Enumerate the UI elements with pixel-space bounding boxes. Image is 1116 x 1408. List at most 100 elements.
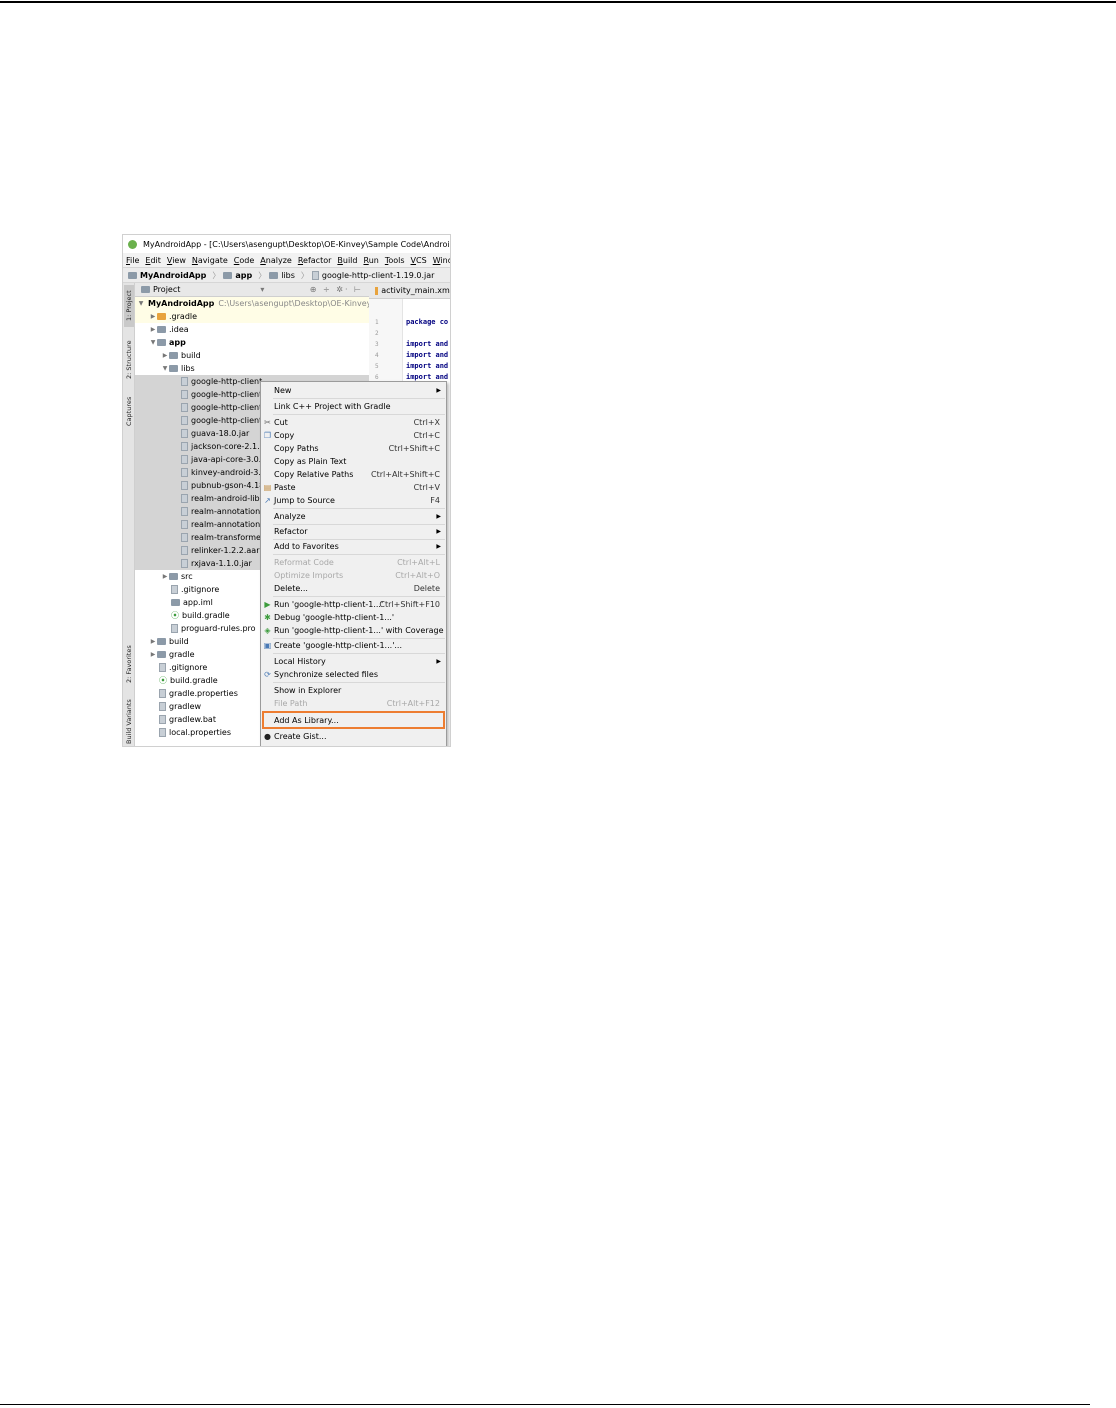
menu-item-paste[interactable]: ▤ Paste Ctrl+V [261,481,446,494]
menu-item-copy[interactable]: ❐ Copy Ctrl+C [261,429,446,442]
chevron-right-icon: 〉 [258,270,267,280]
menu-separator [273,398,445,399]
submenu-arrow-icon: ▶ [436,387,441,394]
menu-run[interactable]: Run [363,256,378,265]
menu-item-debug[interactable]: ✱ Debug 'google-http-client-1...' [261,611,446,624]
menu-separator [273,653,445,654]
tree-item[interactable]: ▶ build [135,349,369,362]
menu-code[interactable]: Code [234,256,255,265]
folder-icon [157,638,166,645]
panel-toolbar-icons[interactable]: ⊕ ÷ ✲· ⊢ [310,285,363,294]
tree-item[interactable]: ▶ .gradle [135,310,369,323]
menu-item-analyze[interactable]: Analyze ▶ [261,510,446,523]
expanded-arrow-icon: ▼ [162,365,168,372]
tree-item[interactable]: ▼ libs [135,362,369,375]
menu-item-local-history[interactable]: Local History ▶ [261,655,446,668]
aar-file-icon [181,494,188,503]
menu-item-refactor[interactable]: Refactor ▶ [261,525,446,538]
menu-item-link-cpp[interactable]: Link C++ Project with Gradle [261,400,446,413]
menu-vcs[interactable]: VCS [411,256,427,265]
menu-item-new[interactable]: New ▶ [261,384,446,397]
project-folder-icon [128,271,137,279]
menu-refactor[interactable]: Refactor [298,256,332,265]
page-top-rule [0,1,1116,3]
submenu-arrow-icon: ▶ [436,528,441,535]
text-file-icon [171,585,178,594]
breadcrumb-project[interactable]: MyAndroidApp [128,271,206,280]
dropdown-arrow-icon[interactable]: ▾ [260,285,264,294]
menu-item-run-with-coverage[interactable]: ◈ Run 'google-http-client-1...' with Cove… [261,624,446,637]
breadcrumb-module[interactable]: app [223,271,252,280]
menu-item-synchronize[interactable]: ⟳ Synchronize selected files [261,668,446,681]
side-tab-project[interactable]: 1: Project [124,285,134,327]
breadcrumb: MyAndroidApp 〉 app 〉 libs 〉 google-http-… [123,267,450,283]
side-tab-favorites[interactable]: 2: Favorites [124,641,134,687]
folder-icon [269,271,279,279]
menu-analyze[interactable]: Analyze [260,256,292,265]
jar-file-icon [181,507,188,516]
side-tab-captures[interactable]: Captures [124,391,134,431]
expanded-arrow-icon: ▼ [138,300,144,307]
menu-item-create-gist[interactable]: ● Create Gist... [261,730,446,743]
jar-file-icon [181,390,188,399]
menu-tools[interactable]: Tools [385,256,405,265]
menu-separator [273,508,445,509]
window-titlebar: MyAndroidApp - [C:\Users\asengupt\Deskto… [123,235,450,253]
line-number: 4 [375,352,379,359]
text-file-icon [159,715,166,724]
menu-window[interactable]: Window [433,256,450,265]
editor-tab[interactable]: activity_main.xml [381,286,450,295]
collapsed-arrow-icon: ▶ [150,651,156,658]
menu-item-copy-paths[interactable]: Copy Paths Ctrl+Shift+C [261,442,446,455]
text-file-icon [171,624,178,633]
gradle-icon: ⦿ [159,676,167,685]
menu-build[interactable]: Build [337,256,357,265]
menu-item-jump-to-source[interactable]: ↗ Jump to Source F4 [261,494,446,507]
menu-file[interactable]: File [126,256,139,265]
menu-view[interactable]: View [167,256,186,265]
project-panel-header: Project ▾ ⊕ ÷ ✲· ⊢ [135,283,369,297]
github-icon: ● [264,732,271,741]
collapsed-arrow-icon: ▶ [162,352,168,359]
tree-item[interactable]: ▼ app [135,336,369,349]
side-tab-build-variants[interactable]: Build Variants [124,697,134,746]
jar-file-icon [181,442,188,451]
menu-item-copy-relative-paths[interactable]: Copy Relative Paths Ctrl+Alt+Shift+C [261,468,446,481]
folder-icon [157,339,166,346]
tree-root[interactable]: ▼ MyAndroidApp C:\Users\asengupt\Desktop\… [135,297,369,310]
paste-icon: ▤ [263,483,272,492]
menu-item-copy-plain-text[interactable]: Copy as Plain Text [261,455,446,468]
menu-item-add-to-favorites[interactable]: Add to Favorites ▶ [261,540,446,553]
menu-navigate[interactable]: Navigate [192,256,228,265]
breadcrumb-folder[interactable]: libs [269,271,295,280]
menu-item-optimize-imports: Optimize Imports Ctrl+Alt+O [274,571,440,580]
code-line: import and [406,362,449,370]
sync-icon: ⟳ [264,670,271,679]
menu-edit[interactable]: Edit [145,256,161,265]
project-view-icon [141,286,150,293]
side-tab-structure[interactable]: 2: Structure [124,335,134,385]
menu-item-create-config[interactable]: ▣ Create 'google-http-client-1...'... [261,639,446,652]
folder-icon [169,573,178,580]
jar-file-icon [181,559,188,568]
folder-icon [169,352,178,359]
menu-item-cut[interactable]: ✂ Cut Ctrl+X [261,416,446,429]
properties-file-icon [159,728,166,737]
collapsed-arrow-icon: ▶ [150,638,156,645]
tree-item[interactable]: ▶ .idea [135,323,369,336]
page-bottom-rule [0,1404,1090,1405]
submenu-arrow-icon: ▶ [436,658,441,665]
coverage-icon: ◈ [264,626,271,635]
jar-file-icon [181,520,188,529]
code-line: import and [406,351,449,359]
menu-item-run[interactable]: ▶ Run 'google-http-client-1...' Ctrl+Shift… [261,598,446,611]
breadcrumb-file[interactable]: google-http-client-1.19.0.jar [311,270,434,280]
project-panel-title[interactable]: Project [153,285,180,294]
menu-item-delete[interactable]: Delete... Delete [261,582,446,595]
run-icon: ▶ [264,600,271,609]
text-file-icon [159,702,166,711]
editor-tab-bar: activity_main.xml [369,283,450,299]
menu-item-file-path: File Path Ctrl+Alt+F12 [274,699,440,708]
menu-item-show-in-explorer[interactable]: Show in Explorer [261,684,446,697]
chevron-right-icon: 〉 [300,270,309,280]
